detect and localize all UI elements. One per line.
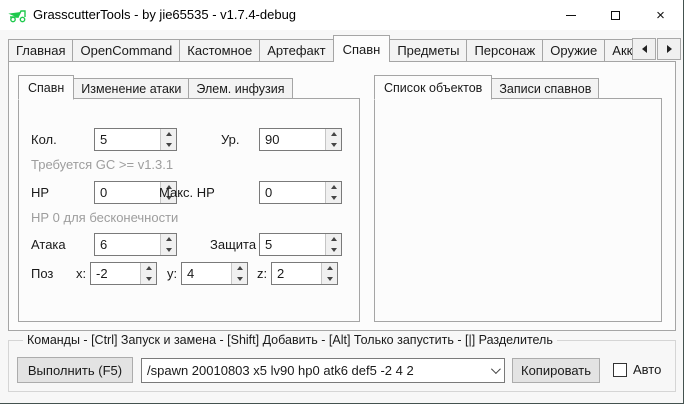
window-title: GrasscutterTools - by jie65535 - v1.7.4-… <box>33 7 296 22</box>
subtab-elem-infuziya[interactable]: Элем. инфузия <box>188 78 292 99</box>
down-arrow-icon <box>166 143 172 147</box>
pos-z-stepper[interactable]: 2 <box>271 262 338 285</box>
pos-y-stepper[interactable]: 4 <box>181 262 248 285</box>
down-arrow-icon <box>331 143 337 147</box>
hp-infinity-note: НР 0 для бесконечности <box>31 210 178 225</box>
tab-scroll-left-button[interactable] <box>632 38 656 60</box>
maxhp-stepper[interactable]: 0 <box>259 181 342 204</box>
count-label: Кол. <box>31 132 57 147</box>
command-combobox[interactable]: /spawn 20010803 x5 lv90 hp0 atk6 def5 -2… <box>141 358 505 383</box>
commands-group-label: Команды - [Ctrl] Запуск и замена - [Shif… <box>23 333 557 347</box>
defense-label: Защита <box>210 237 256 252</box>
pos-z-label: z: <box>257 266 267 281</box>
tab-glavnaya[interactable]: Главная <box>8 39 73 62</box>
maxhp-label: Макс. HP <box>159 185 215 200</box>
subtab-izmenenie-ataki[interactable]: Изменение атаки <box>73 78 189 99</box>
tab-predmety[interactable]: Предметы <box>389 39 467 62</box>
subtab-spavn[interactable]: Спавн <box>18 75 74 100</box>
minimize-icon <box>566 15 576 16</box>
maximize-icon <box>611 11 620 20</box>
down-arrow-icon <box>331 248 337 252</box>
maximize-button[interactable] <box>593 0 638 30</box>
hp-value: 0 <box>95 182 160 203</box>
attack-stepper[interactable]: 6 <box>94 233 177 256</box>
level-stepper-buttons[interactable] <box>325 129 341 150</box>
pos-x-value: -2 <box>91 263 140 284</box>
tab-spavn[interactable]: Спавн <box>333 35 391 62</box>
tab-kastomnoe[interactable]: Кастомное <box>179 39 260 62</box>
copy-button-label: Копировать <box>521 363 591 378</box>
maxhp-stepper-buttons[interactable] <box>325 182 341 203</box>
tab-opencommand[interactable]: OpenCommand <box>72 39 180 62</box>
spawn-form-page: Кол. 5 Ур. 90 Требуется GC >= v1.3.1 HP … <box>18 98 360 322</box>
hp-label: HP <box>31 185 49 200</box>
pos-z-value: 2 <box>272 263 321 284</box>
combo-dropdown-button[interactable] <box>484 367 504 374</box>
tab-akkaunt[interactable]: Аккаун <box>604 39 632 62</box>
up-arrow-icon <box>166 237 172 241</box>
title-bar: GrasscutterTools - by jie65535 - v1.7.4-… <box>0 0 683 30</box>
minimize-button[interactable] <box>548 0 593 30</box>
attack-label: Атака <box>31 237 66 252</box>
close-icon: × <box>656 8 665 23</box>
up-arrow-icon <box>146 266 152 270</box>
tab-scroll-buttons <box>631 38 681 60</box>
level-stepper[interactable]: 90 <box>259 128 342 151</box>
up-arrow-icon <box>331 185 337 189</box>
count-stepper-buttons[interactable] <box>160 129 176 150</box>
maxhp-value: 0 <box>260 182 325 203</box>
down-arrow-icon <box>166 248 172 252</box>
arrow-right-icon <box>667 45 672 53</box>
pos-y-stepper-buttons[interactable] <box>231 263 247 284</box>
down-arrow-icon <box>327 277 333 281</box>
up-arrow-icon <box>237 266 243 270</box>
up-arrow-icon <box>327 266 333 270</box>
up-arrow-icon <box>331 237 337 241</box>
defense-value: 5 <box>260 234 325 255</box>
commands-groupbox: Команды - [Ctrl] Запуск и замена - [Shif… <box>8 340 676 392</box>
chevron-down-icon <box>490 364 500 374</box>
auto-checkbox-label: Авто <box>633 362 661 377</box>
object-tab-strip: Список объектов Записи спавнов <box>374 74 598 99</box>
tab-scroll-right-button[interactable] <box>657 38 681 60</box>
down-arrow-icon <box>331 196 337 200</box>
count-value: 5 <box>95 129 160 150</box>
command-text: /spawn 20010803 x5 lv90 hp0 atk6 def5 -2… <box>142 363 484 378</box>
pos-y-value: 4 <box>182 263 231 284</box>
main-tab-strip: Главная OpenCommand Кастомное Артефакт С… <box>8 34 632 62</box>
tab-zapisi-spavnov[interactable]: Записи спавнов <box>491 78 599 99</box>
tab-spisok-obektov[interactable]: Список объектов <box>374 75 492 100</box>
pos-x-stepper-buttons[interactable] <box>140 263 156 284</box>
object-list-page <box>374 98 662 322</box>
level-value: 90 <box>260 129 325 150</box>
app-icon <box>8 7 28 23</box>
level-label: Ур. <box>221 132 240 147</box>
gc-version-note: Требуется GC >= v1.3.1 <box>31 157 173 172</box>
attack-value: 6 <box>95 234 160 255</box>
down-arrow-icon <box>146 277 152 281</box>
run-button[interactable]: Выполнить (F5) <box>17 357 133 383</box>
tab-personazh[interactable]: Персонаж <box>466 39 543 62</box>
defense-stepper[interactable]: 5 <box>259 233 342 256</box>
pos-x-stepper[interactable]: -2 <box>90 262 157 285</box>
tab-artefakt[interactable]: Артефакт <box>259 39 333 62</box>
pos-y-label: y: <box>167 266 177 281</box>
up-arrow-icon <box>331 132 337 136</box>
auto-checkbox[interactable] <box>613 363 627 377</box>
position-label: Поз <box>31 266 53 281</box>
spawn-sub-tab-strip: Спавн Изменение атаки Элем. инфузия <box>18 74 292 99</box>
run-button-label: Выполнить (F5) <box>28 363 122 378</box>
down-arrow-icon <box>237 277 243 281</box>
pos-x-label: x: <box>76 266 86 281</box>
app-window: GrasscutterTools - by jie65535 - v1.7.4-… <box>0 0 684 404</box>
count-stepper[interactable]: 5 <box>94 128 177 151</box>
close-button[interactable]: × <box>638 0 683 30</box>
tab-oruzhie[interactable]: Оружие <box>542 39 605 62</box>
arrow-left-icon <box>642 45 647 53</box>
up-arrow-icon <box>166 132 172 136</box>
defense-stepper-buttons[interactable] <box>325 234 341 255</box>
copy-button[interactable]: Копировать <box>512 358 600 383</box>
pos-z-stepper-buttons[interactable] <box>321 263 337 284</box>
attack-stepper-buttons[interactable] <box>160 234 176 255</box>
